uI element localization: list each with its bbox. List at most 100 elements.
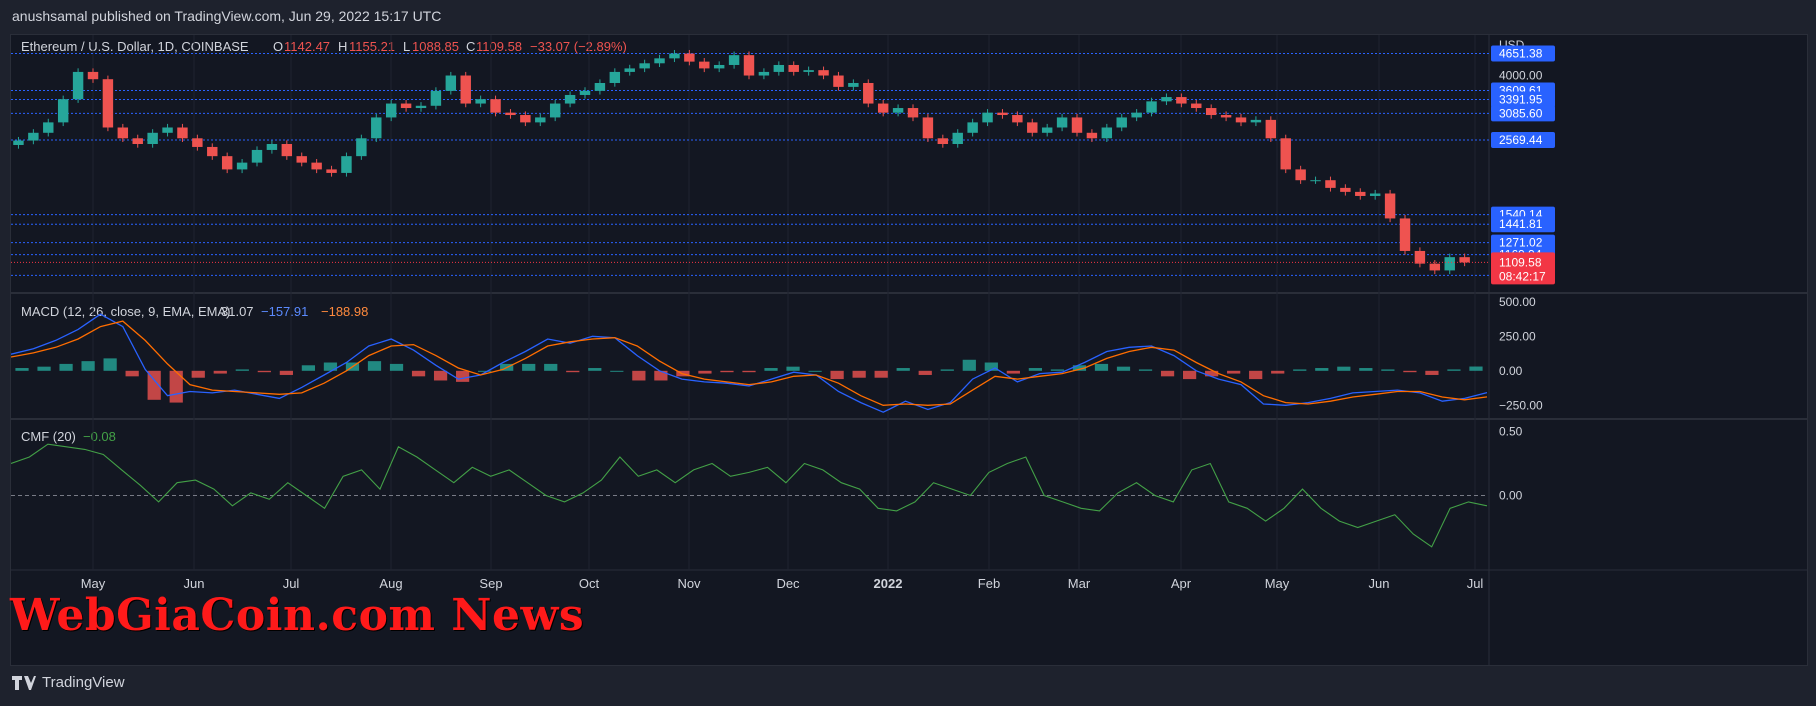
candle-body [505,112,516,116]
macd-histogram-bar [1094,363,1109,371]
candle-body [475,99,486,104]
candle-body [162,127,173,133]
macd-histogram-bar [1403,370,1417,373]
candle-body [535,117,546,123]
x-tick-label: Oct [579,576,600,591]
candle-body [579,90,591,95]
candle-body [803,70,814,72]
publish-info: anushsamal published on TradingView.com,… [12,8,442,24]
candle-body [877,103,889,113]
macd-histogram-bar [1205,370,1219,377]
macd-histogram-bar [367,361,382,371]
close-value: 1109.58 [476,39,522,54]
macd-tick-label: 500.00 [1499,295,1536,309]
candle-body [281,144,293,157]
macd-histogram-bar [1469,366,1483,371]
candle-body [1220,115,1232,118]
candle-body [788,64,799,72]
macd-histogram-bar [125,370,139,377]
macd-histogram-bar [786,366,800,371]
macd-histogram-bar [1315,368,1329,371]
x-tick-label: Feb [978,576,1000,591]
macd-histogram-bar [411,370,426,377]
macd-histogram-bar [940,369,954,371]
cmf-tick-label: 0.00 [1499,489,1523,503]
footer-brand[interactable]: TradingView [12,674,125,691]
candle-body [952,132,963,145]
cmf-legend-label: CMF (20) [21,429,76,444]
macd-histogram-bar [478,370,492,372]
macd-histogram-bar [191,370,205,378]
x-tick-label: Apr [1171,576,1192,591]
macd-histogram-bar [962,359,976,371]
candle-body [1146,101,1157,113]
macd-histogram-bar [235,369,249,371]
macd-histogram-bar [279,370,293,375]
x-tick-label: Jul [1467,576,1484,591]
candle-body [117,127,129,139]
candle-body [1101,127,1113,139]
macd-histogram-bar [1227,370,1241,374]
candle-body [87,71,99,80]
cmf-tick-label: 0.50 [1499,424,1523,438]
chart-canvas[interactable]: Ethereum / U.S. Dollar, 1D, COINBASE O 1… [11,35,1807,665]
candle-body [520,115,531,123]
candle-body [624,68,635,72]
chart-frame[interactable]: Ethereum / U.S. Dollar, 1D, COINBASE O 1… [10,34,1808,666]
price-tick-label: 4000.00 [1499,69,1543,83]
candle-body [1280,138,1291,170]
candle-body [728,55,740,65]
macd-histogram-bar [1293,369,1307,371]
candle-body [1250,119,1262,123]
candle-body [490,99,501,113]
candle-body [1205,108,1217,116]
candle-body [445,75,457,91]
macd-histogram-bar [632,370,646,381]
macd-histogram-bar [213,370,227,374]
candle-body [1369,193,1381,196]
macd-histogram-bar [1138,369,1153,371]
tradingview-logo-icon [12,675,36,690]
change-value: −33.07 (−2.89%) [530,39,627,54]
candle-body [371,117,382,139]
candle-body [1056,117,1068,128]
x-tick-label: Sep [479,576,502,591]
macd-series-line [11,313,1488,413]
candle-body [758,71,770,76]
macd-signal-value: −188.98 [321,304,368,319]
candle-body [549,103,561,118]
x-tick-label: Nov [677,576,701,591]
candle-body [907,108,919,118]
macd-histogram-bar [830,370,844,380]
macd-histogram-bar [1447,369,1461,371]
macd-histogram-bar [720,370,734,373]
level-label: 1441.81 [1499,217,1543,231]
candle-body [1131,112,1142,118]
candle-body [1161,97,1172,102]
macd-histogram-bar [522,363,536,371]
candle-body [1414,250,1426,264]
candle-body [311,162,322,170]
macd-histogram-bar [389,363,404,371]
candle-body [997,112,1008,116]
macd-histogram-bar [103,358,117,371]
macd-histogram-bar [544,363,558,371]
candle-body [594,82,606,91]
macd-histogram-bar [918,370,932,375]
x-tick-label: May [81,576,106,591]
x-tick-label: Aug [379,576,402,591]
macd-tick-label: 250.00 [1499,329,1536,343]
level-label: 2569.44 [1499,133,1543,147]
macd-histogram-bar [566,370,580,373]
candle-body [1355,191,1366,196]
candle-body [207,146,218,157]
low-value: 1088.85 [412,39,459,54]
macd-histogram-bar [37,366,51,371]
candle-body [1116,117,1127,128]
candle-body [699,61,710,69]
macd-histogram-bar [852,370,866,378]
candle-body [684,53,695,62]
x-tick-label: Jul [283,576,300,591]
x-tick-label: Jun [184,576,205,591]
macd-hist-value: 31.07 [221,304,254,319]
